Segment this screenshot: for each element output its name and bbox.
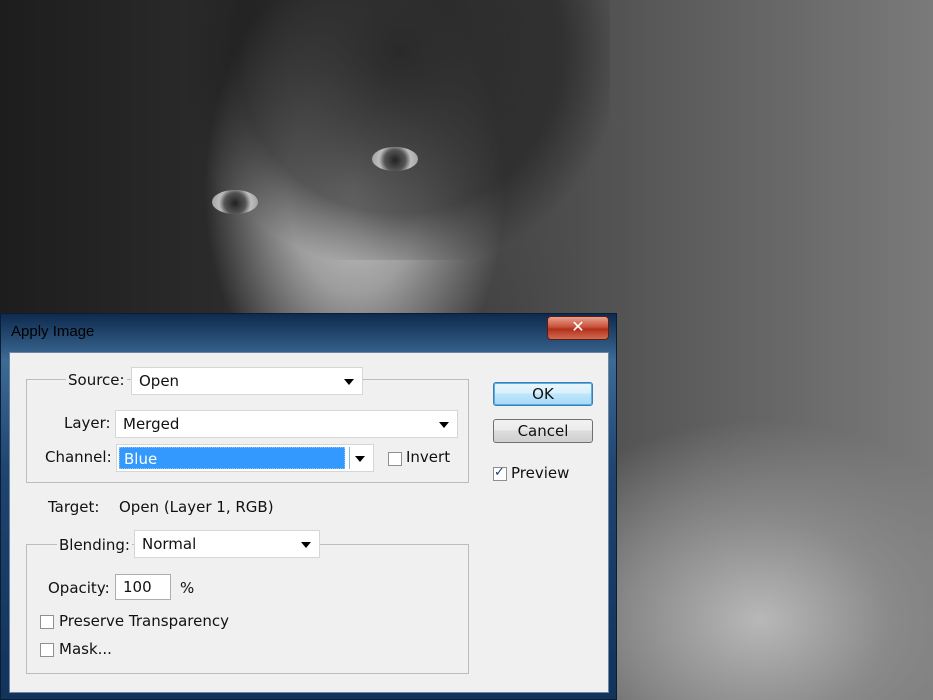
dialog-title: Apply Image — [11, 323, 95, 340]
close-icon: ✕ — [571, 317, 585, 336]
close-button[interactable]: ✕ — [547, 316, 609, 340]
blending-label: Blending: — [57, 536, 132, 554]
ok-button[interactable]: OK — [493, 382, 593, 406]
blending-select[interactable]: Normal — [134, 530, 320, 558]
eye-right — [372, 147, 418, 171]
eye-left — [212, 190, 258, 214]
opacity-input-value: 100 — [123, 578, 152, 596]
preserve-transparency-label: Preserve Transparency — [59, 612, 229, 630]
invert-checkbox[interactable] — [388, 452, 402, 466]
preview-label: Preview — [511, 464, 570, 482]
apply-image-dialog: Apply Image ✕ Source: Open Layer: Merged… — [0, 313, 617, 700]
preview-checkbox[interactable] — [493, 465, 507, 481]
opacity-unit: % — [180, 579, 195, 597]
preserve-transparency-checkbox[interactable] — [40, 615, 54, 629]
dialog-titlebar[interactable]: Apply Image ✕ — [1, 314, 616, 350]
mask-checkbox[interactable] — [40, 643, 54, 657]
blending-select-value: Normal — [142, 535, 197, 553]
target-value: Open (Layer 1, RGB) — [119, 498, 274, 516]
source-select-value: Open — [139, 372, 180, 390]
chevron-down-icon — [355, 456, 365, 462]
source-label: Source: — [66, 371, 127, 389]
opacity-input[interactable]: 100 — [115, 574, 171, 600]
invert-label: Invert — [406, 448, 451, 466]
opacity-label: Opacity: — [48, 579, 110, 597]
chevron-down-icon — [439, 422, 449, 428]
source-select[interactable]: Open — [131, 367, 363, 395]
cancel-button[interactable]: Cancel — [493, 419, 593, 443]
hair-shadow — [190, 0, 610, 260]
channel-select-value: Blue — [119, 447, 345, 469]
layer-select[interactable]: Merged — [115, 410, 458, 438]
target-label: Target: — [48, 498, 100, 516]
mask-label: Mask... — [59, 640, 112, 658]
channel-select-separator — [349, 447, 350, 469]
chevron-down-icon — [344, 379, 354, 385]
channel-select[interactable]: Blue — [116, 444, 374, 472]
chevron-down-icon — [301, 542, 311, 548]
channel-label: Channel: — [45, 448, 112, 466]
layer-label: Layer: — [64, 414, 111, 432]
dialog-body: Source: Open Layer: Merged Channel: Blue… — [9, 352, 609, 693]
layer-select-value: Merged — [123, 415, 180, 433]
